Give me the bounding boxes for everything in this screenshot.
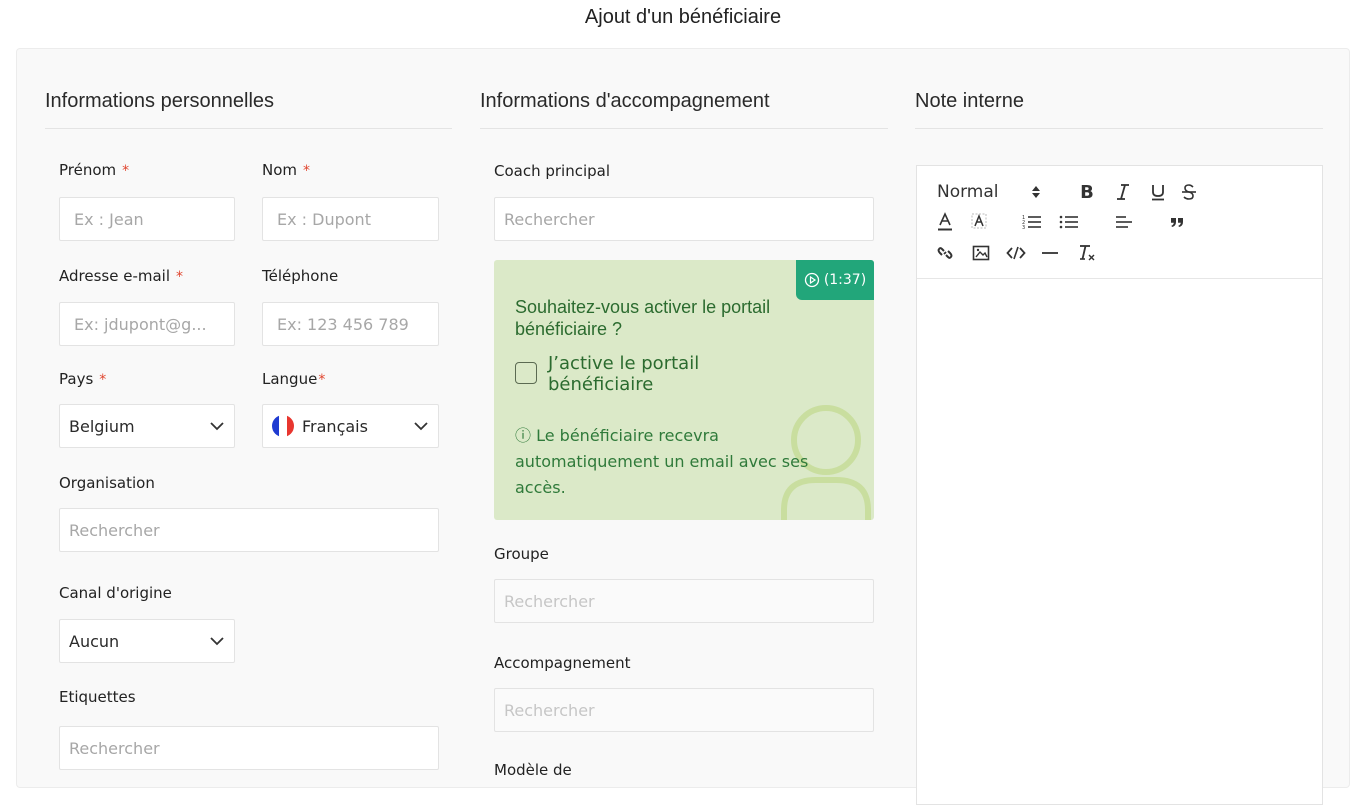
chevron-down-icon [414, 422, 428, 431]
portal-question: Souhaitez-vous activer le portail bénéfi… [515, 297, 771, 339]
quote-icon[interactable] [1167, 210, 1187, 234]
portal-checkbox-label[interactable]: J’active le portail bénéficiaire [548, 353, 758, 395]
email-label: Adresse e-mail * [59, 267, 183, 285]
align-icon[interactable] [1113, 210, 1135, 234]
group-label: Groupe [494, 545, 549, 563]
portal-activation-box: (1:37) Souhaitez-vous activer le portail… [494, 260, 874, 520]
phone-input[interactable]: Ex: 123 456 789 [262, 302, 439, 346]
main-coach-label: Coach principal [494, 162, 611, 180]
section-title-note: Note interne [915, 90, 1024, 112]
country-label: Pays * [59, 370, 107, 388]
accompaniment-label: Accompagnement [494, 654, 631, 672]
main-coach-search-input[interactable]: Rechercher [494, 197, 874, 241]
organisation-search-input[interactable]: Rechercher [59, 508, 439, 552]
origin-channel-value: Aucun [69, 631, 120, 651]
language-select[interactable]: Français [262, 404, 439, 448]
internal-note-editor[interactable]: Normal B 123 [916, 165, 1323, 805]
language-value: Français [302, 416, 368, 436]
form-card: Informations personnelles Informations d… [16, 48, 1350, 805]
bullet-list-icon[interactable] [1058, 210, 1080, 234]
email-input[interactable]: Ex: jdupont@g... [59, 302, 235, 346]
strike-icon[interactable] [1179, 180, 1199, 204]
text-color-icon[interactable] [935, 210, 955, 234]
france-flag-icon [272, 415, 294, 437]
section-title-support: Informations d'accompagnement [480, 90, 770, 112]
model-label: Modèle de [494, 761, 572, 779]
section-title-personal: Informations personnelles [45, 90, 275, 112]
ordered-list-icon[interactable]: 123 [1021, 210, 1043, 234]
portal-checkbox[interactable] [515, 362, 537, 384]
tags-search-input[interactable]: Rechercher [59, 726, 439, 770]
required-marker: * [318, 372, 326, 388]
format-select[interactable]: Normal [937, 180, 999, 204]
tags-label: Etiquettes [59, 688, 136, 706]
chevron-down-icon [210, 422, 224, 431]
highlight-icon[interactable] [969, 210, 989, 234]
page-title: Ajout d'un bénéficiaire [584, 6, 782, 28]
chevron-down-icon [210, 637, 224, 646]
italic-icon[interactable] [1113, 180, 1133, 204]
phone-label: Téléphone [262, 267, 339, 285]
section-divider [915, 128, 1323, 129]
country-select[interactable]: Belgium [59, 404, 235, 448]
format-select-arrows-icon[interactable] [1031, 180, 1041, 204]
bold-icon[interactable]: B [1077, 180, 1097, 204]
svg-text:3: 3 [1022, 225, 1025, 231]
required-marker: * [122, 163, 130, 179]
play-circle-icon [804, 272, 819, 288]
accompaniment-search-input[interactable]: Rechercher [494, 688, 874, 732]
underline-icon[interactable] [1148, 180, 1168, 204]
required-marker: * [303, 163, 311, 179]
code-icon[interactable] [1005, 241, 1027, 265]
link-icon[interactable] [935, 241, 955, 265]
group-search-input[interactable]: Rechercher [494, 579, 874, 623]
hr-icon[interactable] [1039, 241, 1061, 265]
video-duration: (1:37) [823, 272, 867, 288]
info-icon: ⓘ [515, 426, 532, 445]
required-marker: * [99, 372, 107, 388]
organisation-label: Organisation [59, 474, 155, 492]
language-label: Langue* [262, 370, 326, 388]
image-icon[interactable] [971, 241, 991, 265]
section-divider [45, 128, 452, 129]
section-divider [480, 128, 888, 129]
video-tutorial-button[interactable]: (1:37) [796, 260, 874, 300]
first-name-label: Prénom * [59, 161, 130, 179]
last-name-label: Nom * [262, 161, 311, 179]
required-marker: * [176, 269, 183, 285]
first-name-input[interactable]: Ex : Jean [59, 197, 235, 241]
editor-toolbar: Normal B 123 [917, 166, 1322, 279]
last-name-input[interactable]: Ex : Dupont [262, 197, 439, 241]
origin-channel-select[interactable]: Aucun [59, 619, 235, 663]
origin-channel-label: Canal d'origine [59, 584, 172, 602]
portal-info-text: ⓘ Le bénéficiaire recevra automatiquemen… [515, 426, 809, 497]
country-value: Belgium [69, 416, 135, 436]
clear-format-icon[interactable] [1075, 241, 1097, 265]
